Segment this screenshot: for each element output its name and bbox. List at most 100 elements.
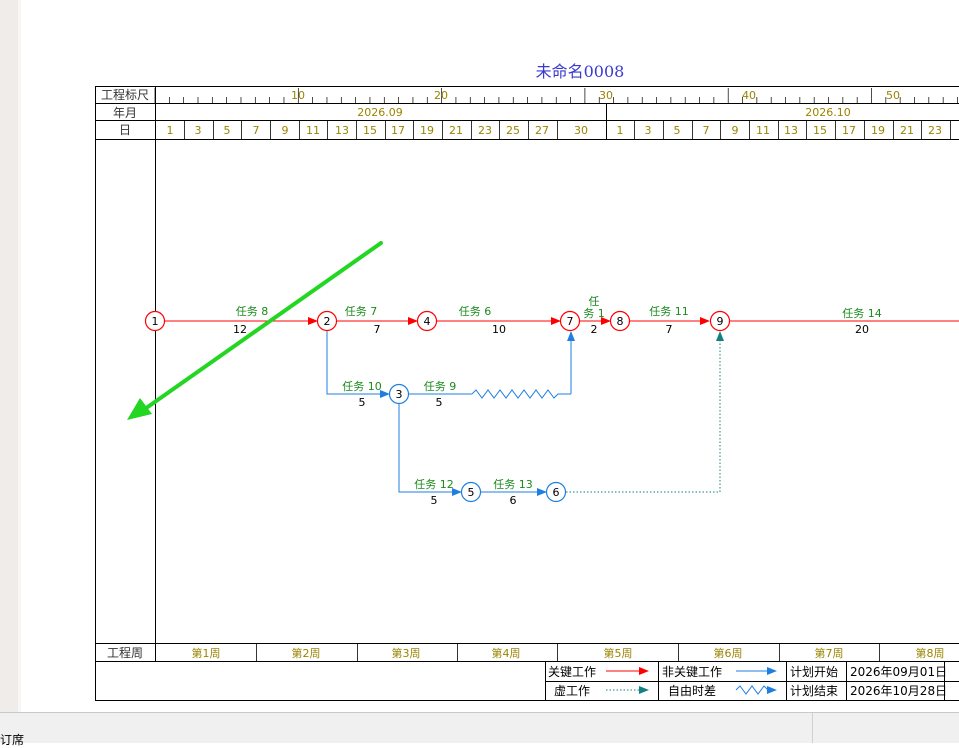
- legend-dummy-label: 虚工作: [554, 684, 590, 698]
- node-label: 8: [617, 315, 624, 328]
- day-label: 13: [335, 124, 349, 137]
- row-label-week: 工程周: [107, 645, 143, 660]
- node-label: 5: [468, 486, 475, 499]
- task-duration: 5: [431, 494, 438, 507]
- day-label: 27: [535, 124, 549, 137]
- free-float-wave: [472, 390, 571, 398]
- week-label: 第6周: [714, 646, 743, 660]
- node-6[interactable]: 6: [547, 483, 566, 502]
- node-label: 2: [324, 315, 331, 328]
- row-label-yearmonth: 年月: [113, 106, 137, 120]
- day-label: 15: [363, 124, 377, 137]
- annotation-arrow-head: [127, 398, 152, 420]
- node-3[interactable]: 3: [390, 385, 409, 404]
- day-label: 17: [842, 124, 856, 137]
- day-label: 17: [391, 124, 405, 137]
- edge-dummy-6-9: [566, 332, 720, 492]
- month-label: 2026.09: [357, 106, 403, 119]
- task-duration: 20: [855, 323, 869, 336]
- diagram-title: 未命名0008: [536, 62, 625, 81]
- node-2[interactable]: 2: [318, 312, 337, 331]
- day-label: 19: [420, 124, 434, 137]
- week-row: 第1周 第2周 第3周 第4周 第5周 第6周 第7周 第8周: [192, 643, 945, 661]
- scale-tick-label: 20: [434, 89, 448, 102]
- day-label: 13: [784, 124, 798, 137]
- legend-noncritical-label: 非关键工作: [662, 665, 722, 679]
- plan-end-value: 2026年10月28日: [850, 684, 947, 698]
- task-label: 任务 10: [342, 380, 382, 393]
- status-text: 订席: [0, 731, 24, 748]
- legend-free-float-wave: [736, 686, 776, 694]
- day-label: 9: [282, 124, 289, 137]
- task-duration: 5: [359, 396, 366, 409]
- scale-tick-label: 30: [599, 89, 613, 102]
- task-duration: 10: [492, 323, 506, 336]
- node-label: 4: [424, 315, 431, 328]
- week-label: 第2周: [292, 646, 321, 660]
- week-label: 第1周: [192, 646, 221, 660]
- node-7[interactable]: 7: [561, 312, 580, 331]
- task-label: 任务 14: [842, 307, 882, 320]
- task-label: 任务 13: [493, 478, 533, 491]
- day-row: 1357911131517192123252730135791113151719…: [167, 121, 951, 139]
- week-label: 第7周: [815, 646, 844, 660]
- day-label: 7: [703, 124, 710, 137]
- status-bar: 订席: [0, 712, 959, 743]
- day-label: 30: [574, 124, 588, 137]
- task-label: 任务 6: [459, 305, 492, 318]
- node-8[interactable]: 8: [611, 312, 630, 331]
- node-label: 7: [567, 315, 574, 328]
- day-label: 9: [732, 124, 739, 137]
- legend-critical-label: 关键工作: [548, 665, 596, 679]
- day-label: 21: [449, 124, 463, 137]
- legend-free-float-label: 自由时差: [668, 684, 716, 698]
- day-label: 23: [478, 124, 492, 137]
- status-separator: [812, 713, 813, 743]
- task-duration: 2: [591, 323, 598, 336]
- task-duration: 7: [666, 323, 673, 336]
- task-label: 任务 11: [649, 305, 689, 318]
- plan-end-label: 计划结束: [790, 684, 838, 698]
- network-diagram-canvas: 未命名0008 工程标尺 年月 日 工程周 10 20 30 40 50 202…: [0, 0, 959, 712]
- plan-start-value: 2026年09月01日: [850, 665, 947, 679]
- day-label: 1: [617, 124, 624, 137]
- task-duration: 7: [374, 323, 381, 336]
- day-label: 23: [928, 124, 942, 137]
- day-label: 19: [871, 124, 885, 137]
- week-label: 第5周: [604, 646, 633, 660]
- task-duration: 5: [436, 396, 443, 409]
- scale-tick-label: 50: [886, 89, 900, 102]
- day-label: 5: [224, 124, 231, 137]
- task-label: 任务 9: [424, 380, 457, 393]
- scale-ruler-ticks: [155, 88, 957, 103]
- scale-tick-label: 10: [291, 89, 305, 102]
- day-label: 7: [253, 124, 260, 137]
- node-label: 9: [717, 315, 724, 328]
- plan-start-label: 计划开始: [790, 665, 838, 679]
- scale-tick-label: 40: [742, 89, 756, 102]
- task-label: 务 1: [583, 307, 605, 320]
- day-label: 11: [306, 124, 320, 137]
- day-label: 21: [900, 124, 914, 137]
- task-label: 任务 12: [414, 478, 454, 491]
- node-4[interactable]: 4: [418, 312, 437, 331]
- week-label: 第8周: [916, 646, 945, 660]
- node-5[interactable]: 5: [462, 483, 481, 502]
- row-label-day: 日: [119, 123, 131, 137]
- day-label: 25: [506, 124, 520, 137]
- node-label: 1: [152, 315, 159, 328]
- task-duration: 6: [510, 494, 517, 507]
- week-label: 第3周: [392, 646, 421, 660]
- node-9[interactable]: 9: [711, 312, 730, 331]
- month-label: 2026.10: [805, 106, 851, 119]
- node-1[interactable]: 1: [146, 312, 165, 331]
- day-label: 1: [167, 124, 174, 137]
- task-duration: 12: [233, 323, 247, 336]
- task-label: 任务 7: [345, 305, 378, 318]
- day-label: 15: [813, 124, 827, 137]
- day-label: 11: [756, 124, 770, 137]
- week-label: 第4周: [492, 646, 521, 660]
- node-label: 6: [553, 486, 560, 499]
- day-label: 3: [195, 124, 202, 137]
- node-label: 3: [396, 388, 403, 401]
